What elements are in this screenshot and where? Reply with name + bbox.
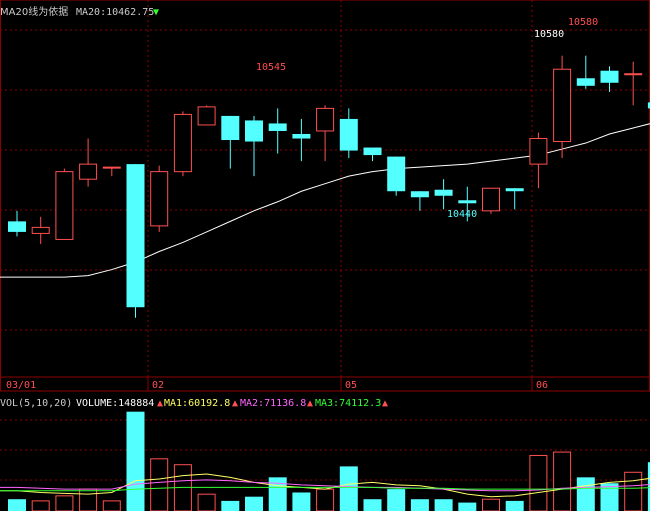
date-label: 03/01	[6, 380, 36, 391]
vol-ma1-value: MA1:60192.8	[164, 398, 230, 409]
volume-bar	[31, 500, 50, 511]
volume-bar	[434, 499, 453, 511]
vol-ma1-up-arrow-icon: ▲	[232, 398, 238, 409]
date-label: 05	[345, 380, 357, 391]
volume-bar	[221, 500, 240, 511]
candle-body	[529, 138, 548, 165]
volume-bar	[529, 454, 548, 511]
high-annotation-10580-red: 10580	[568, 17, 598, 28]
candle-body	[150, 171, 169, 227]
volume-indicator-name: VOL(5,10,20)	[0, 398, 72, 409]
candle-body	[126, 164, 145, 308]
ma20-value: MA20:10462.75	[76, 7, 154, 18]
volume-bar	[102, 500, 121, 511]
volume-bar	[624, 471, 643, 511]
volume-up-arrow-icon: ▲	[157, 398, 163, 409]
volume-bar	[126, 411, 145, 511]
candle-body	[339, 118, 358, 151]
candle-body	[410, 191, 429, 198]
high-annotation-10545: 10545	[256, 62, 286, 73]
volume-value: VOLUME:148884	[76, 398, 154, 409]
volume-bar	[339, 466, 358, 511]
price-grid	[0, 0, 650, 377]
volume-bars	[8, 411, 650, 511]
candle-body	[79, 163, 98, 180]
volume-bar	[316, 488, 335, 511]
low-annotation-10440: 10440	[447, 209, 477, 220]
candle-body	[434, 189, 453, 196]
volume-bar	[600, 483, 619, 511]
volume-bar	[292, 492, 311, 511]
candle-body	[458, 200, 477, 204]
volume-grid	[0, 419, 650, 481]
candle-body	[31, 226, 50, 234]
price-panel-frame	[0, 0, 650, 392]
date-label: 02	[152, 380, 164, 391]
volume-bar	[150, 458, 169, 511]
volume-bar	[576, 477, 595, 511]
volume-bar	[8, 499, 26, 511]
candle-body	[624, 73, 643, 76]
vol-ma2-value: MA2:71136.8	[240, 398, 306, 409]
candle-body	[292, 133, 311, 139]
stock-chart[interactable]: MA20线为依据 MA20:10462.75 ▼ 10545 10440 105…	[0, 0, 650, 511]
candle-body	[55, 171, 74, 240]
candle-body	[553, 68, 572, 143]
volume-bar	[410, 499, 429, 511]
candle-body	[600, 70, 619, 83]
vol-ma3-up-arrow-icon: ▲	[382, 398, 388, 409]
date-label: 06	[536, 380, 548, 391]
candle-body	[8, 221, 26, 232]
candle-body	[387, 156, 406, 192]
volume-bar	[363, 499, 382, 511]
candle-body	[173, 113, 192, 173]
volume-bar	[458, 502, 477, 511]
candle-body	[245, 120, 263, 142]
vol-ma3-value: MA3:74112.3	[315, 398, 381, 409]
ma20-label: MA20线为依据	[0, 5, 68, 18]
candle-body	[576, 78, 595, 86]
candles	[8, 55, 650, 318]
volume-bar	[387, 489, 406, 511]
high-annotation-10580: 10580	[534, 29, 564, 40]
candle-body	[316, 107, 335, 132]
candle-body	[482, 187, 500, 212]
candle-body	[505, 188, 524, 192]
candle-body	[102, 166, 121, 169]
candle-body	[363, 147, 382, 156]
candle-body	[197, 106, 216, 126]
candle-body	[221, 115, 240, 141]
volume-bar	[55, 495, 74, 511]
volume-bar	[482, 498, 500, 511]
volume-bar	[197, 493, 216, 511]
candle-body	[268, 123, 287, 131]
volume-bar	[268, 477, 287, 511]
volume-bar	[245, 496, 263, 511]
vol-ma2-up-arrow-icon: ▲	[307, 398, 313, 409]
ma20-down-arrow-icon: ▼	[153, 7, 159, 18]
volume-bar	[553, 451, 572, 511]
volume-bar	[505, 500, 524, 511]
volume-bar	[79, 488, 98, 511]
